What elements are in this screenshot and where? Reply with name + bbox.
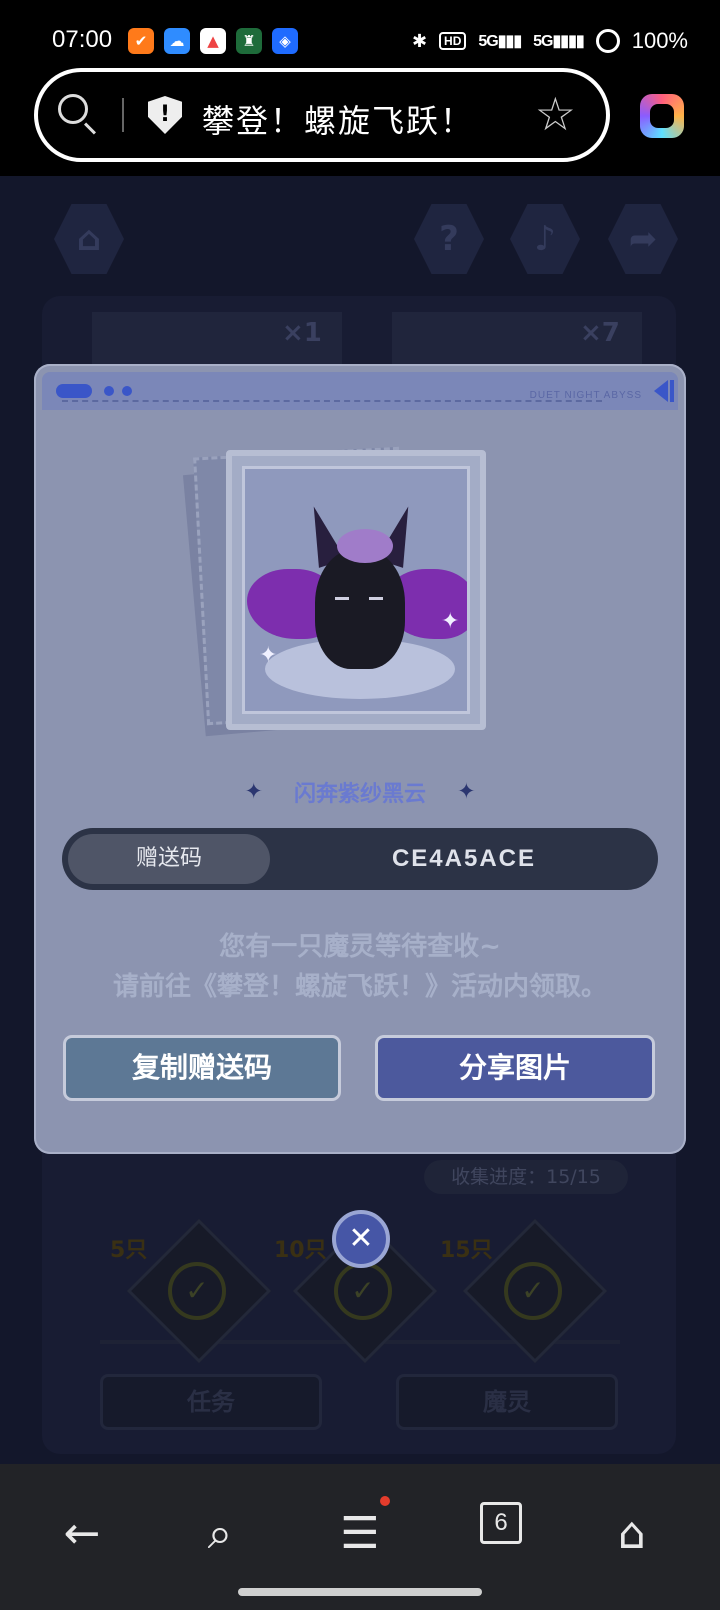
menu-icon[interactable]: ☰ (330, 1504, 390, 1564)
header-bar (670, 380, 674, 402)
sparkle-left-icon: ✦ (244, 779, 263, 805)
eye-right (369, 597, 383, 600)
star-icon[interactable]: ☆ (535, 88, 576, 140)
header-dot (104, 386, 114, 396)
shield-app-icon: ◈ (272, 28, 298, 54)
notification-dot (380, 1496, 390, 1506)
security-app-icon: ♜ (236, 28, 262, 54)
divider (122, 98, 124, 132)
sparkle-icon: ✦ (441, 609, 460, 634)
close-icon[interactable]: ✕ (332, 1210, 390, 1268)
notification-icons: ✔ ☁ ▲ ♜ ◈ (128, 28, 298, 54)
header-brand-text: DUET NIGHT ABYSS (529, 390, 642, 401)
signal-5g-icon: 5G▮▮▮ (478, 33, 522, 50)
spirit-card-image: ✦ ✦ (226, 450, 486, 730)
gift-code-value[interactable]: CE4A5ACE (270, 828, 658, 890)
search-icon[interactable] (58, 94, 88, 124)
check-icon: ✓ (504, 1262, 562, 1320)
spirit-name: 闪奔紫纱黑云 (293, 782, 426, 807)
gift-code-field: 赠送码 CE4A5ACE (62, 828, 658, 890)
spirit-body (315, 549, 405, 669)
game-center-icon: ▲ (200, 28, 226, 54)
hd-icon: HD (439, 32, 467, 50)
task-tab-button[interactable]: 任务 (100, 1374, 322, 1430)
header-dashes (62, 400, 602, 402)
gesture-home-indicator[interactable] (238, 1588, 482, 1596)
battery-percent: 100% (631, 28, 688, 53)
sparkle-right-icon: ✦ (457, 779, 476, 805)
back-arrow-icon[interactable]: ← (52, 1504, 112, 1564)
search-icon[interactable]: ⌕ (190, 1504, 250, 1564)
status-right: ✱ HD 5G▮▮▮ 5G▮▮▮▮ 100% (412, 28, 688, 54)
dialog-header: DUET NIGHT ABYSS (42, 372, 678, 410)
copy-code-button[interactable]: 复制赠送码 (66, 1038, 338, 1098)
header-dot (122, 386, 132, 396)
collection-progress: 收集进度：15/15 (424, 1160, 628, 1194)
eye-left (335, 597, 349, 600)
spirit-hair (337, 529, 393, 563)
header-arrow-icon (654, 380, 668, 402)
spirit-tab-button[interactable]: 魔灵 (396, 1374, 618, 1430)
browser-brand-icon[interactable] (640, 94, 684, 138)
weather-icon: ☁ (164, 28, 190, 54)
message-line-1: 您有一只魔灵等待查收~ (219, 932, 501, 962)
share-image-button[interactable]: 分享图片 (378, 1038, 652, 1098)
card-name-row: ✦ 闪奔紫纱黑云 ✦ (0, 776, 720, 808)
milestone-label-2: 10只 (274, 1238, 327, 1263)
address-bar[interactable]: ! 攀登！螺旋飞跃！ ☆ (34, 68, 610, 162)
home-icon[interactable]: ⌂ (602, 1504, 662, 1564)
gift-code-label: 赠送码 (68, 834, 270, 884)
header-pill (56, 384, 92, 398)
app-notification-icon: ✔ (128, 28, 154, 54)
sparkle-icon: ✦ (259, 643, 278, 668)
spirit-card-art: ✦ ✦ (242, 466, 470, 714)
battery-ring-icon (595, 29, 620, 53)
message-line-2: 请前往《攀登！螺旋飞跃！》活动内领取。 (112, 972, 607, 1002)
bluetooth-icon: ✱ (411, 30, 428, 51)
milestone-label-1: 5只 (110, 1238, 148, 1263)
check-icon: ✓ (334, 1262, 392, 1320)
milestone-label-3: 15只 (440, 1238, 493, 1263)
tabs-count-button[interactable]: 6 (480, 1502, 522, 1544)
check-icon: ✓ (168, 1262, 226, 1320)
card-count-badge-1: ×1 (282, 318, 322, 348)
status-time: 07:00 (52, 26, 113, 53)
page-title[interactable]: 攀登！螺旋飞跃！ (202, 96, 474, 142)
card-count-badge-2: ×7 (580, 318, 620, 348)
signal-5g-icon-2: 5G▮▮▮▮ (533, 33, 585, 50)
shield-icon[interactable]: ! (148, 96, 182, 134)
